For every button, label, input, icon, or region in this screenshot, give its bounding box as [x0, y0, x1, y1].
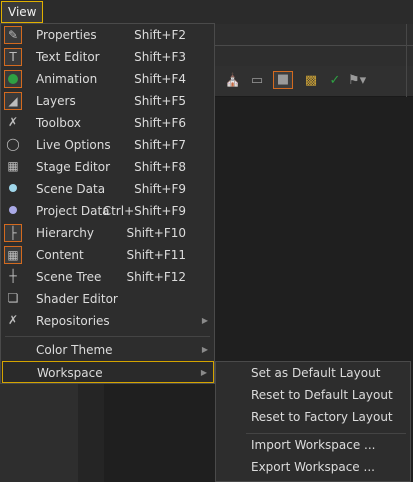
menu-item-label: Text Editor	[36, 50, 100, 64]
dot-icon	[4, 180, 22, 198]
menu-item-shortcut: Shift+F11	[126, 248, 186, 262]
menu-item-label: Hierarchy	[36, 226, 95, 240]
dot-icon	[4, 202, 22, 220]
workspace-submenu: Set as Default Layout Reset to Default L…	[215, 361, 411, 482]
gauge-icon: ◯	[6, 137, 20, 151]
menu-item-scene-tree[interactable]: ┼ Scene Tree Shift+F12	[1, 266, 214, 288]
menu-item-label: Scene Tree	[36, 270, 102, 284]
menu-item-shortcut: Ctrl+Shift+F9	[102, 204, 186, 218]
view-menu-button[interactable]: View	[1, 1, 44, 23]
menu-item-text-editor[interactable]: T Text Editor Shift+F3	[1, 46, 214, 68]
menu-item-properties[interactable]: ✎ Properties Shift+F2	[1, 24, 214, 46]
tools-icon: ✗	[7, 115, 19, 129]
submenu-arrow-icon: ▶	[200, 368, 207, 377]
menu-item-stage-editor[interactable]: ▦ Stage Editor Shift+F8	[1, 156, 214, 178]
tree-icon: ┼	[9, 269, 17, 283]
menu-item-label: Color Theme	[36, 343, 113, 357]
menu-item-label: Live Options	[36, 138, 111, 152]
color-swatch-icon[interactable]: ▩	[302, 73, 320, 89]
menu-item-project-data[interactable]: Project Data Ctrl+Shift+F9	[1, 200, 214, 222]
menu-item-shortcut: Shift+F7	[134, 138, 186, 152]
menu-item-live-options[interactable]: ◯ Live Options Shift+F7	[1, 134, 214, 156]
submenu-item-label: Export Workspace ...	[251, 460, 375, 474]
menu-item-label: Content	[36, 248, 84, 262]
menu-item-layers[interactable]: ◢ Layers Shift+F5	[1, 90, 214, 112]
menu-item-shortcut: Shift+F6	[134, 116, 186, 130]
menu-item-shortcut: Shift+F2	[134, 28, 186, 42]
menu-item-repositories[interactable]: ✗ Repositories ▶	[1, 310, 214, 332]
submenu-item-import-workspace[interactable]: Import Workspace ...	[216, 434, 410, 456]
layers-icon: ◢	[4, 92, 22, 110]
speech-bubble-icon[interactable]: ■	[273, 71, 293, 89]
menu-separator	[5, 336, 210, 337]
menu-item-label: Toolbox	[36, 116, 81, 130]
animation-icon	[4, 70, 22, 88]
menu-item-animation[interactable]: Animation Shift+F4	[1, 68, 214, 90]
menu-item-shortcut: Shift+F3	[134, 50, 186, 64]
menu-item-label: Layers	[36, 94, 76, 108]
menu-item-shortcut: Shift+F4	[134, 72, 186, 86]
submenu-item-reset-default-layout[interactable]: Reset to Default Layout	[216, 384, 410, 406]
menu-item-scene-data[interactable]: Scene Data Shift+F9	[1, 178, 214, 200]
submenu-item-reset-factory-layout[interactable]: Reset to Factory Layout	[216, 406, 410, 428]
pencil-icon: ✎	[4, 26, 22, 44]
view-dropdown-menu: ✎ Properties Shift+F2 T Text Editor Shif…	[0, 23, 215, 384]
menu-item-shortcut: Shift+F12	[126, 270, 186, 284]
menu-item-shortcut: Shift+F10	[126, 226, 186, 240]
stage-grid-icon: ▦	[7, 159, 19, 173]
shader-cube-icon: ❏	[7, 291, 19, 305]
menu-item-label: Stage Editor	[36, 160, 111, 174]
menu-item-label: Project Data	[36, 204, 110, 218]
submenu-item-label: Reset to Default Layout	[251, 388, 393, 402]
menu-item-label: Properties	[36, 28, 97, 42]
content-grid-icon: ▦	[4, 246, 22, 264]
menu-item-content[interactable]: ▦ Content Shift+F11	[1, 244, 214, 266]
checkmark-icon[interactable]: ✓	[326, 73, 344, 89]
submenu-item-set-default-layout[interactable]: Set as Default Layout	[216, 362, 410, 384]
menu-item-hierarchy[interactable]: ├ Hierarchy Shift+F10	[1, 222, 214, 244]
lock-icon[interactable]: ⛪	[224, 73, 242, 89]
submenu-arrow-icon: ▶	[201, 316, 208, 325]
menu-item-shader-editor[interactable]: ❏ Shader Editor	[1, 288, 214, 310]
submenu-item-label: Import Workspace ...	[251, 438, 376, 452]
submenu-item-export-workspace[interactable]: Export Workspace ...	[216, 456, 410, 478]
menu-item-shortcut: Shift+F9	[134, 182, 186, 196]
tools-icon: ✗	[7, 313, 19, 327]
submenu-item-label: Set as Default Layout	[251, 366, 381, 380]
panel-divider	[214, 45, 413, 46]
menu-item-label: Workspace	[37, 366, 103, 380]
menu-item-label: Shader Editor	[36, 292, 118, 306]
menu-item-label: Scene Data	[36, 182, 106, 196]
text-cursor-icon: T	[4, 48, 22, 66]
monitor-icon[interactable]: ▭	[248, 73, 266, 89]
menu-item-shortcut: Shift+F5	[134, 94, 186, 108]
hierarchy-icon: ├	[4, 224, 22, 242]
menu-item-shortcut: Shift+F8	[134, 160, 186, 174]
viewport-toolbar: ⛪ ▭ ■ ▩ ✓ ⚑▾	[214, 66, 413, 97]
menu-item-workspace[interactable]: Workspace ▶	[2, 361, 214, 383]
submenu-item-label: Reset to Factory Layout	[251, 410, 393, 424]
menu-item-color-theme[interactable]: Color Theme ▶	[1, 339, 214, 361]
submenu-arrow-icon: ▶	[201, 345, 208, 354]
menu-item-label: Animation	[36, 72, 98, 86]
menu-item-label: Repositories	[36, 314, 110, 328]
menu-bar: View	[0, 0, 413, 24]
menu-item-toolbox[interactable]: ✗ Toolbox Shift+F6	[1, 112, 214, 134]
flag-dropdown-icon[interactable]: ⚑▾	[348, 73, 366, 89]
